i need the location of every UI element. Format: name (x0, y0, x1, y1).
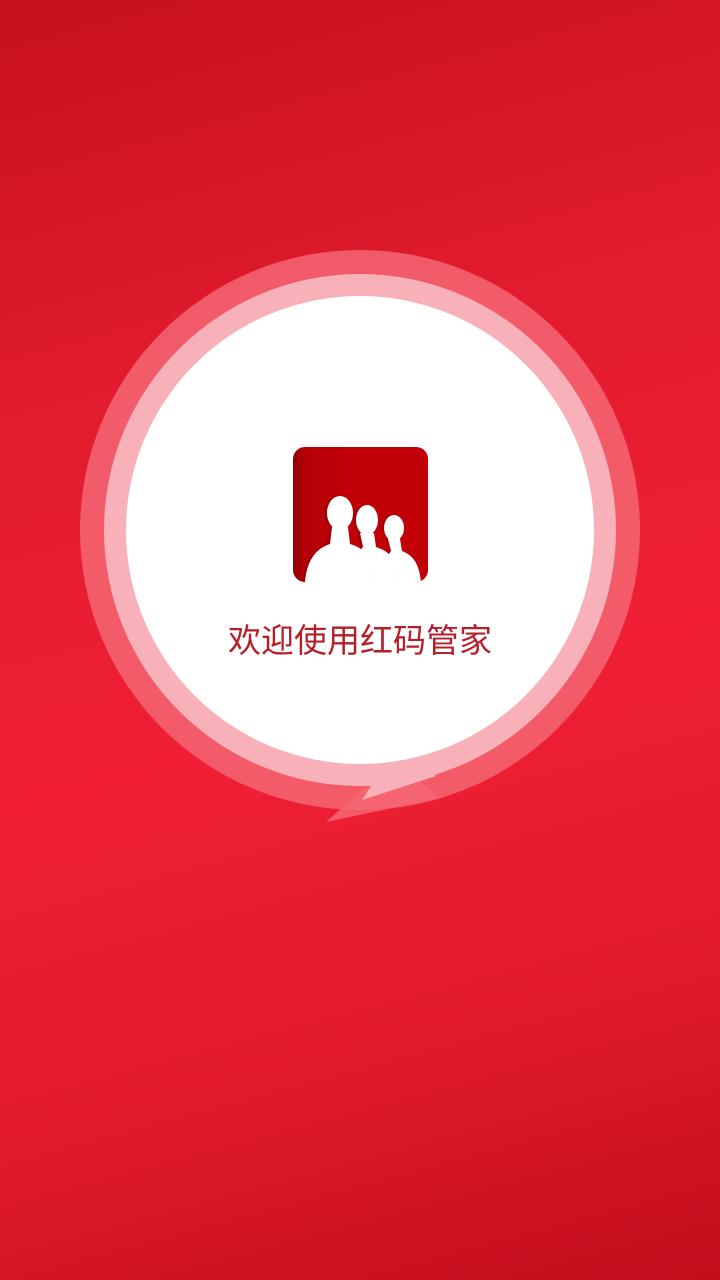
welcome-title: 欢迎使用红码管家 (228, 621, 492, 660)
splash-screen: 欢迎使用红码管家 (0, 0, 720, 1280)
app-logo (293, 447, 428, 582)
people-group-icon (303, 496, 421, 582)
